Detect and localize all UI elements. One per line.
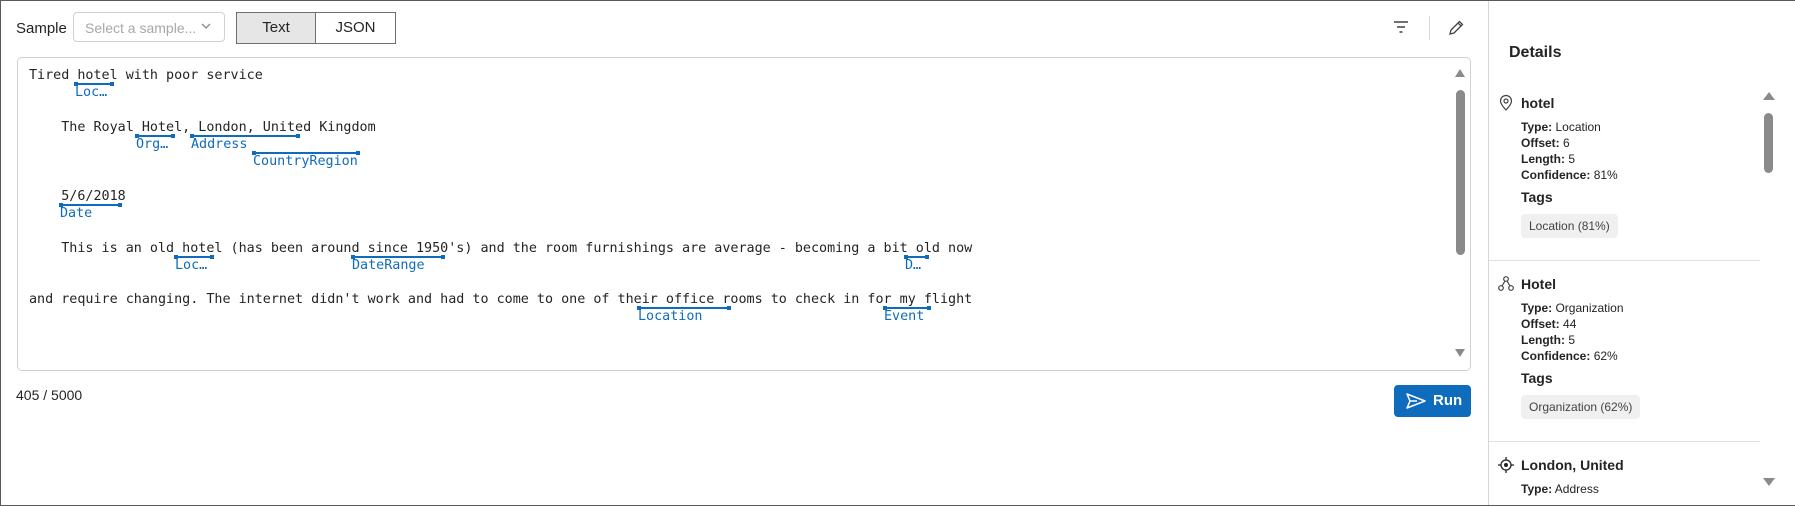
sample-label: Sample — [16, 20, 67, 37]
tag-badge: Organization (62%) — [1521, 395, 1641, 419]
entity-label[interactable]: CountryRegion — [253, 154, 358, 169]
toolbar-divider — [1429, 16, 1430, 40]
scroll-down-arrow-icon[interactable] — [1454, 348, 1466, 358]
scroll-up-arrow-icon[interactable] — [1762, 91, 1776, 101]
entity-card[interactable]: London, United Type: Address — [1489, 443, 1760, 505]
entity-offset: Offset: 6 — [1521, 136, 1570, 150]
filter-icon[interactable] — [1393, 20, 1409, 34]
entity-details-list: hotel Type: Location Offset: 6 Length: 5… — [1489, 81, 1761, 505]
entity-name: London, United — [1521, 457, 1624, 473]
chevron-down-icon — [201, 23, 211, 29]
scrollbar-thumb[interactable] — [1764, 113, 1773, 173]
details-title: Details — [1509, 44, 1562, 61]
run-button[interactable]: Run — [1394, 385, 1471, 417]
editor-line: The Royal Hotel, London, United Kingdom — [29, 120, 376, 135]
entity-label[interactable]: D… — [905, 258, 921, 273]
entity-label[interactable]: Event — [884, 309, 924, 324]
editor-line: 5/6/2018 — [29, 189, 126, 204]
editor-line: Tired hotel with poor service — [29, 68, 263, 83]
entity-label[interactable]: DateRange — [352, 258, 425, 273]
entity-confidence: Confidence: 62% — [1521, 349, 1618, 363]
character-count: 405 / 5000 — [16, 387, 83, 403]
tags-heading: Tags — [1521, 189, 1553, 205]
address-target-icon — [1498, 457, 1514, 473]
entity-label[interactable]: Date — [60, 206, 92, 221]
entity-type: Type: Location — [1521, 120, 1601, 134]
scroll-up-arrow-icon[interactable] — [1454, 68, 1466, 78]
sample-dropdown[interactable]: Select a sample... — [73, 12, 225, 42]
tags-heading: Tags — [1521, 370, 1553, 386]
scrollbar-thumb[interactable] — [1456, 90, 1465, 255]
editor-scrollbar[interactable] — [1451, 58, 1469, 370]
tab-text[interactable]: Text — [236, 12, 316, 44]
entity-type: Type: Address — [1521, 482, 1599, 496]
entity-label[interactable]: Location — [638, 309, 703, 324]
entity-label[interactable]: Org… — [136, 137, 168, 152]
editor-line: This is an old hotel (has been around si… — [29, 241, 973, 256]
location-pin-icon — [1499, 94, 1513, 111]
text-editor[interactable]: Tired hotel with poor service Loc… The R… — [17, 57, 1471, 371]
entity-card[interactable]: hotel Type: Location Offset: 6 Length: 5… — [1489, 81, 1760, 261]
entity-length: Length: 5 — [1521, 152, 1576, 166]
tab-json[interactable]: JSON — [316, 12, 396, 44]
details-panel: Details hotel Type: Location Offset: 6 L… — [1488, 1, 1795, 505]
entity-name: Hotel — [1521, 276, 1556, 292]
entity-label[interactable]: Address — [191, 137, 247, 152]
entity-label[interactable]: Loc… — [175, 258, 207, 273]
entity-offset: Offset: 44 — [1521, 317, 1577, 331]
pencil-icon[interactable] — [1447, 19, 1465, 37]
app-frame: Sample Select a sample... Text JSON Tire… — [0, 0, 1795, 506]
entity-type: Type: Organization — [1521, 301, 1624, 315]
entity-length: Length: 5 — [1521, 333, 1576, 347]
organization-icon — [1498, 276, 1514, 291]
send-icon — [1406, 393, 1426, 409]
entity-name: hotel — [1521, 95, 1555, 111]
entity-confidence: Confidence: 81% — [1521, 168, 1618, 182]
entity-label[interactable]: Loc… — [75, 85, 107, 100]
entity-card[interactable]: Hotel Type: Organization Offset: 44 Leng… — [1489, 262, 1760, 442]
scroll-down-arrow-icon[interactable] — [1762, 477, 1776, 487]
details-scrollbar[interactable] — [1761, 86, 1777, 496]
run-label: Run — [1433, 392, 1463, 409]
tag-badge: Location (81%) — [1521, 214, 1618, 238]
sample-placeholder: Select a sample... — [85, 20, 197, 36]
editor-line: and require changing. The internet didn'… — [29, 292, 973, 307]
toolbar: Sample Select a sample... Text JSON — [1, 1, 1487, 55]
